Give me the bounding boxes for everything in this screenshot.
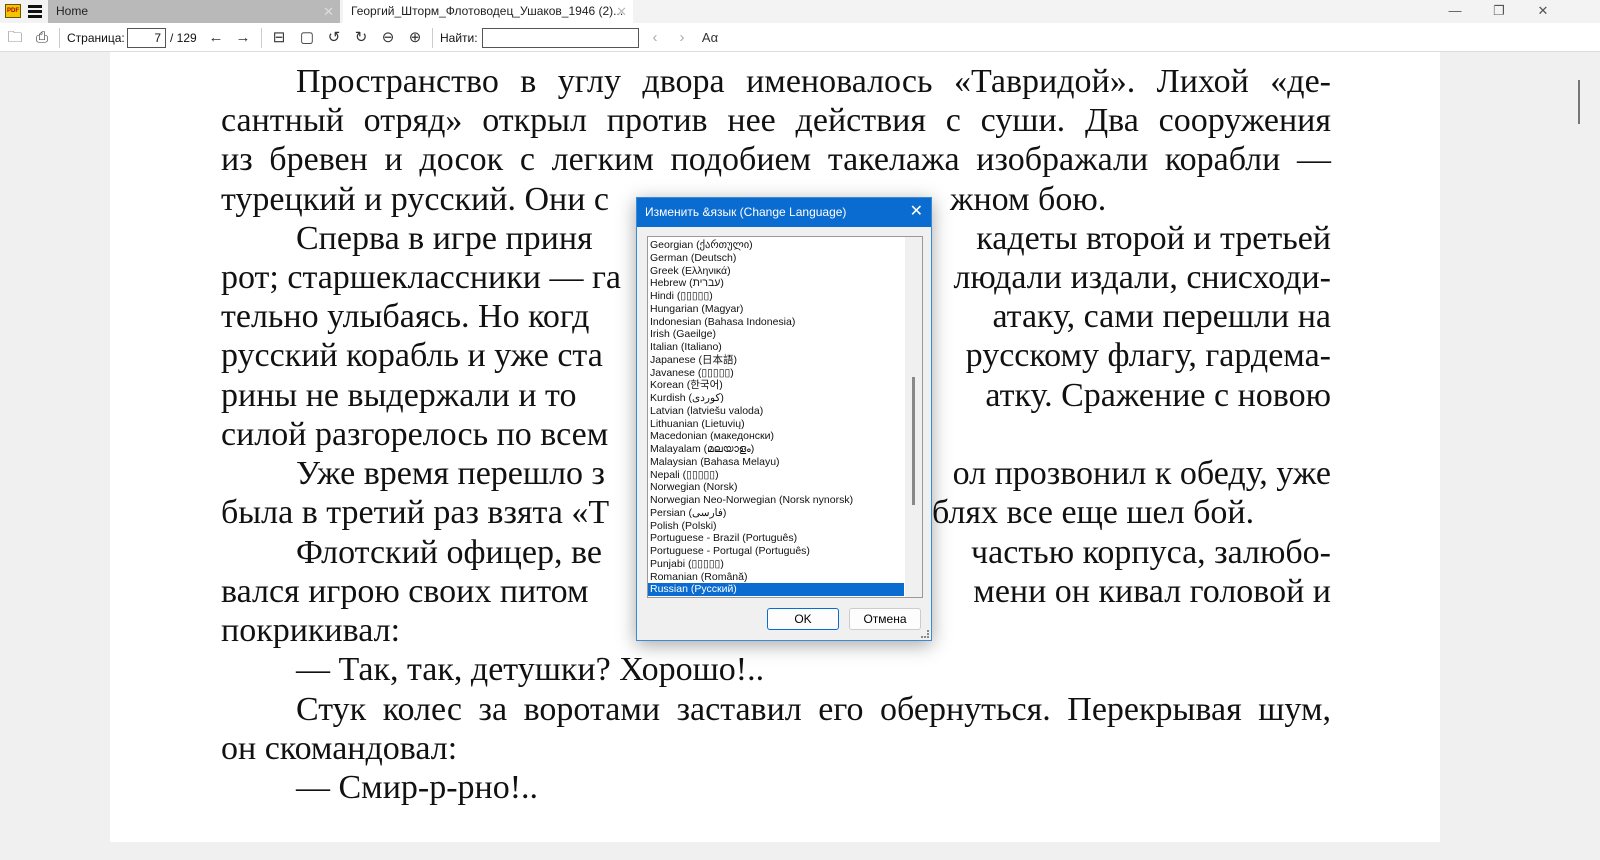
next-page-icon[interactable]: → [233,28,253,48]
tab-label: Home [56,4,89,18]
language-option[interactable]: Georgian (ქართული) [648,239,904,252]
text-line: из бревен и досок с легким подобием таке… [221,141,1331,178]
close-window-button[interactable]: ✕ [1521,0,1565,23]
fit-page-icon[interactable]: ▢ [297,28,317,48]
cancel-button[interactable]: Отмена [849,608,921,630]
dialog-title: Изменить &язык (Change Language) [637,198,931,227]
language-option[interactable]: Nepali (▯▯▯▯▯) [648,469,904,482]
text-line: он скомандовал: [221,730,458,767]
text-line: русскому флагу, гардема- [965,337,1331,374]
text-line: кадеты второй и третьей [976,220,1331,257]
ok-button[interactable]: OK [767,608,839,630]
language-option[interactable]: Norwegian Neo-Norwegian (Norsk nynorsk) [648,494,904,507]
language-option[interactable]: Greek (Ελληνικά) [648,265,904,278]
match-case-icon[interactable]: Aα [698,28,722,48]
text-line: — Так, так, детушки? Хорошо!.. [296,651,765,688]
scrollbar-thumb[interactable] [1578,80,1580,124]
language-option[interactable]: Macedonian (македонски) [648,430,904,443]
language-option[interactable]: Romanian (Română) [648,571,904,584]
page-total: / 129 [170,31,197,45]
language-option[interactable]: Persian (فارسی) [648,507,904,520]
language-option[interactable]: Japanese (日本語) [648,354,904,367]
minimize-button[interactable]: — [1433,0,1477,23]
tab-bar: PDF Home ✕ Георгий_Шторм_Флотоводец_Ушако… [0,0,1600,23]
text-line: сантный отряд» открыл против нее действи… [221,102,1331,139]
fit-width-icon[interactable]: ⊟ [269,28,289,48]
text-line: Стук колес за воротами заставил его обер… [296,691,1331,728]
find-label: Найти: [440,31,478,45]
text-line: жном бою. [950,181,1107,218]
language-option[interactable]: Kurdish (كوردی) [648,392,904,405]
zoom-in-icon[interactable]: ⊕ [405,28,425,48]
change-language-dialog: Изменить &язык (Change Language) ✕ Georg… [636,197,932,641]
close-tab-icon[interactable]: ✕ [323,0,334,23]
language-option[interactable]: Lithuanian (Lietuvių) [648,418,904,431]
find-input[interactable] [482,28,639,48]
language-option[interactable]: Javanese (▯▯▯▯▯) [648,367,904,380]
language-option[interactable]: German (Deutsch) [648,252,904,265]
list-scrollbar[interactable] [905,237,922,597]
rotate-left-icon[interactable]: ↺ [324,28,344,48]
print-icon[interactable]: ⎙ [32,28,52,48]
divider [432,28,433,48]
text-line: людали издали, снисходи- [953,259,1331,296]
language-option[interactable]: Russian (Русский) [648,583,904,596]
open-folder-icon[interactable]: 🗀 [5,28,25,48]
language-option[interactable]: Italian (Italiano) [648,341,904,354]
text-line: мени он кивал головой и [973,573,1331,610]
list-scrollbar-thumb[interactable] [912,377,915,505]
find-next-icon[interactable]: › [672,28,692,48]
app-logo-icon: PDF [5,4,21,18]
language-option[interactable]: Punjabi (▯▯▯▯▯) [648,558,904,571]
close-icon[interactable]: ✕ [910,203,923,221]
restore-button[interactable]: ❐ [1477,0,1521,23]
text-line: частью корпуса, залюбо- [971,534,1331,571]
language-option[interactable]: Portuguese - Brazil (Português) [648,532,904,545]
language-option[interactable]: Hebrew (עברית) [648,277,904,290]
resize-grip-icon[interactable] [921,630,929,638]
language-option[interactable]: Indonesian (Bahasa Indonesia) [648,316,904,329]
language-option[interactable]: Polish (Polski) [648,520,904,533]
language-option[interactable]: Norwegian (Norsk) [648,481,904,494]
zoom-out-icon[interactable]: ⊖ [378,28,398,48]
page-number-input[interactable]: 7 [127,28,166,48]
rotate-right-icon[interactable]: ↻ [351,28,371,48]
language-option[interactable]: Irish (Gaeilge) [648,328,904,341]
language-option[interactable]: Korean (한국어) [648,379,904,392]
tab-document[interactable]: Георгий_Шторм_Флотоводец_Ушаков_1946 (2)… [343,0,633,23]
page-label: Страница: [67,31,125,45]
text-line: Пространство в углу двора именовалось «Т… [296,63,1331,100]
language-option[interactable]: Hindi (▯▯▯▯▯) [648,290,904,303]
language-option[interactable]: Hungarian (Magyar) [648,303,904,316]
text-line: атку. Сражение с новою [985,377,1331,414]
text-line: блях все еще шел бой. [932,494,1255,531]
vertical-scrollbar[interactable] [1560,52,1600,860]
text-line: атаку, сами перешли на [992,298,1331,335]
hamburger-menu-icon[interactable] [28,5,42,18]
tab-home[interactable]: Home ✕ [48,0,340,23]
text-line: ол прозвонил к обеду, уже [952,455,1331,492]
tab-label: Георгий_Шторм_Флотоводец_Ушаков_1946 (2)… [351,4,624,18]
language-option[interactable]: Malayalam (മലയാളം) [648,443,904,456]
toolbar: 🗀 ⎙ Страница: 7 / 129 ← → ⊟ ▢ ↺ ↻ ⊖ ⊕ На… [0,23,1600,52]
find-previous-icon[interactable]: ‹ [645,28,665,48]
text-line: — Смир-р-рно!.. [296,769,539,806]
language-option[interactable]: Latvian (latviešu valoda) [648,405,904,418]
divider [59,28,60,48]
close-tab-icon[interactable]: ✕ [616,0,627,23]
language-option[interactable]: Malaysian (Bahasa Melayu) [648,456,904,469]
language-list[interactable]: Georgian (ქართული) German (Deutsch) Greek … [647,236,923,598]
language-option[interactable]: Portuguese - Portugal (Português) [648,545,904,558]
previous-page-icon[interactable]: ← [206,28,226,48]
divider [261,28,262,48]
